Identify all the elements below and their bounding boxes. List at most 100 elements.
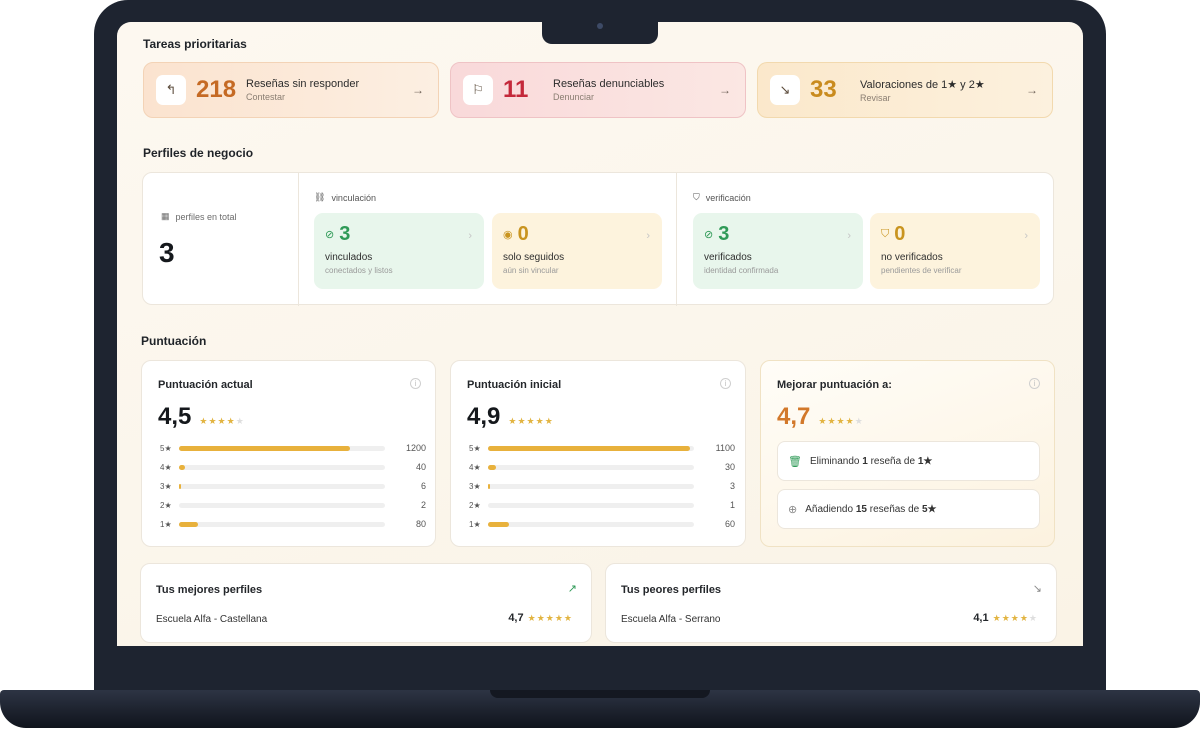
add-count: 15	[855, 503, 867, 515]
star-icon: ★	[536, 612, 546, 623]
rating-bar-track	[488, 445, 694, 451]
divider	[676, 173, 677, 306]
rating-row-count: 60	[724, 519, 735, 529]
rating-row: 4★ 40	[160, 461, 426, 473]
worst-profiles-card: Tus peores perfiles ↘ Escuela Alfa - Ser…	[605, 563, 1057, 643]
star-rating: ★★★★★	[993, 613, 1038, 624]
rating-row-count: 2	[420, 500, 426, 510]
rating-bar-track	[488, 464, 694, 470]
info-icon[interactable]: i	[1029, 378, 1040, 389]
rating-bar-track	[488, 521, 694, 527]
rating-row-count: 1	[729, 500, 735, 510]
task-action: Contestar	[246, 92, 286, 102]
rating-bar-track	[179, 445, 385, 451]
star-icon: ★	[527, 612, 537, 623]
rating-row: 1★ 60	[469, 518, 735, 530]
initial-score-card: Puntuación inicial i 4,9 ★★★★★ 5★ 1100 4★ 3…	[450, 360, 746, 547]
add-stars: 5★	[922, 503, 937, 515]
star-rating: ★★★★★	[528, 613, 573, 624]
add-suffix: reseñas de	[869, 503, 920, 515]
followed-count: 0	[517, 223, 529, 245]
star-icon: ★	[517, 416, 527, 426]
worst-profile-score: 4,1	[973, 612, 989, 624]
star-icon: ★	[526, 416, 536, 426]
worst-profiles-title: Tus peores perfiles	[621, 584, 722, 596]
profiles-total-value: 3	[159, 237, 175, 268]
star-icon: ★	[854, 416, 864, 426]
star-rating: ★★★★★	[508, 416, 553, 427]
flag-icon: ⚐	[463, 75, 493, 105]
rating-row: 5★ 1100	[469, 442, 735, 454]
worst-profile-name[interactable]: Escuela Alfa - Serrano	[621, 614, 721, 625]
task-action: Denunciar	[553, 92, 595, 102]
star-icon: ★	[535, 416, 545, 426]
verified-sub: identidad confirmada	[704, 266, 779, 275]
rating-row: 1★ 80	[160, 518, 426, 530]
info-icon[interactable]: i	[410, 378, 421, 389]
rating-row-label: 5★	[160, 443, 172, 453]
card-title: Puntuación actual	[158, 379, 253, 391]
chevron-right-icon: ›	[468, 230, 472, 242]
divider	[298, 173, 299, 306]
verified-label: verificados	[704, 252, 752, 263]
rating-row-count: 6	[420, 481, 426, 491]
rating-bar-track	[179, 502, 385, 508]
task-reportable-reviews[interactable]: ⚐ 11 Reseñas denunciables Denunciar →	[450, 62, 746, 118]
profiles-total-label: ▦ perfiles en total	[161, 211, 237, 222]
laptop-lip	[490, 690, 710, 698]
building-icon: ▦	[161, 211, 170, 221]
camera-notch	[542, 20, 658, 44]
best-profile-name[interactable]: Escuela Alfa - Castellana	[156, 614, 267, 625]
followed-card[interactable]: ◉ 0 › solo seguidos aún sin vincular	[492, 213, 662, 289]
star-rating: ★★★★★	[199, 416, 244, 427]
task-unanswered-reviews[interactable]: ↰ 218 Reseñas sin responder Contestar →	[143, 62, 439, 118]
trash-icon: 🗑	[788, 455, 802, 468]
remove-review-option[interactable]: 🗑 Eliminando 1 reseña de 1★	[777, 441, 1040, 481]
rating-bar-fill	[488, 464, 497, 470]
unverified-count: 0	[894, 223, 906, 245]
score-value: 4,9	[467, 403, 501, 430]
verified-card[interactable]: ⊘ 3 › verificados identidad confirmada	[693, 213, 863, 289]
rating-bar-track	[488, 502, 694, 508]
link-icon: ⛓	[314, 192, 326, 202]
star-icon: ★	[845, 416, 855, 426]
shield-alert-icon: ⛉	[881, 228, 890, 240]
linked-count: 3	[339, 223, 351, 245]
task-low-ratings[interactable]: ↘ 33 Valoraciones de 1★ y 2★ Revisar →	[757, 62, 1053, 118]
chevron-right-icon: ›	[1024, 230, 1028, 242]
arrow-right-icon: →	[1026, 83, 1038, 97]
star-icon: ★	[235, 416, 245, 426]
arrow-right-icon: →	[412, 83, 424, 97]
rating-bar-track	[488, 483, 694, 489]
star-icon: ★	[992, 612, 1002, 623]
star-icon: ★	[545, 612, 555, 623]
total-label-text: perfiles en total	[175, 211, 237, 222]
remove-stars: 1★	[917, 455, 933, 467]
arrow-right-icon: →	[719, 83, 731, 97]
star-icon: ★	[226, 416, 236, 426]
rating-bar-fill	[179, 464, 186, 470]
add-review-option[interactable]: ⊕ Añadiendo 15 reseñas de 5★	[777, 489, 1040, 529]
card-title: Mejorar puntuación a:	[777, 379, 892, 391]
trend-down-icon: ↘	[770, 75, 800, 105]
trend-down-icon: ↘	[1032, 583, 1042, 595]
unverified-card[interactable]: ⛉ 0 › no verificados pendientes de verif…	[870, 213, 1040, 289]
dashboard-screen: Tareas prioritarias ↰ 218 Reseñas sin re…	[117, 22, 1083, 646]
best-profiles-card: Tus mejores perfiles ↗ Escuela Alfa - Ca…	[140, 563, 592, 643]
rating-bar-fill	[179, 521, 198, 527]
followed-sub: aún sin vincular	[503, 266, 559, 275]
info-icon[interactable]: i	[720, 378, 731, 389]
rating-row: 3★ 6	[160, 480, 426, 492]
rating-row-count: 1100	[715, 443, 735, 453]
chevron-right-icon: ›	[646, 230, 650, 242]
task-count: 33	[810, 76, 837, 103]
card-title: Puntuación inicial	[467, 379, 562, 391]
star-icon: ★	[1010, 612, 1020, 623]
star-icon: ★	[1028, 612, 1038, 623]
task-action: Revisar	[860, 92, 891, 103]
remove-count: 1	[862, 455, 868, 467]
linked-card[interactable]: ⊘ 3 › vinculados conectados y listos	[314, 213, 484, 289]
score-value: 4,5	[158, 403, 192, 430]
rating-row-label: 2★	[160, 500, 172, 510]
rating-row: 2★ 2	[160, 499, 426, 511]
